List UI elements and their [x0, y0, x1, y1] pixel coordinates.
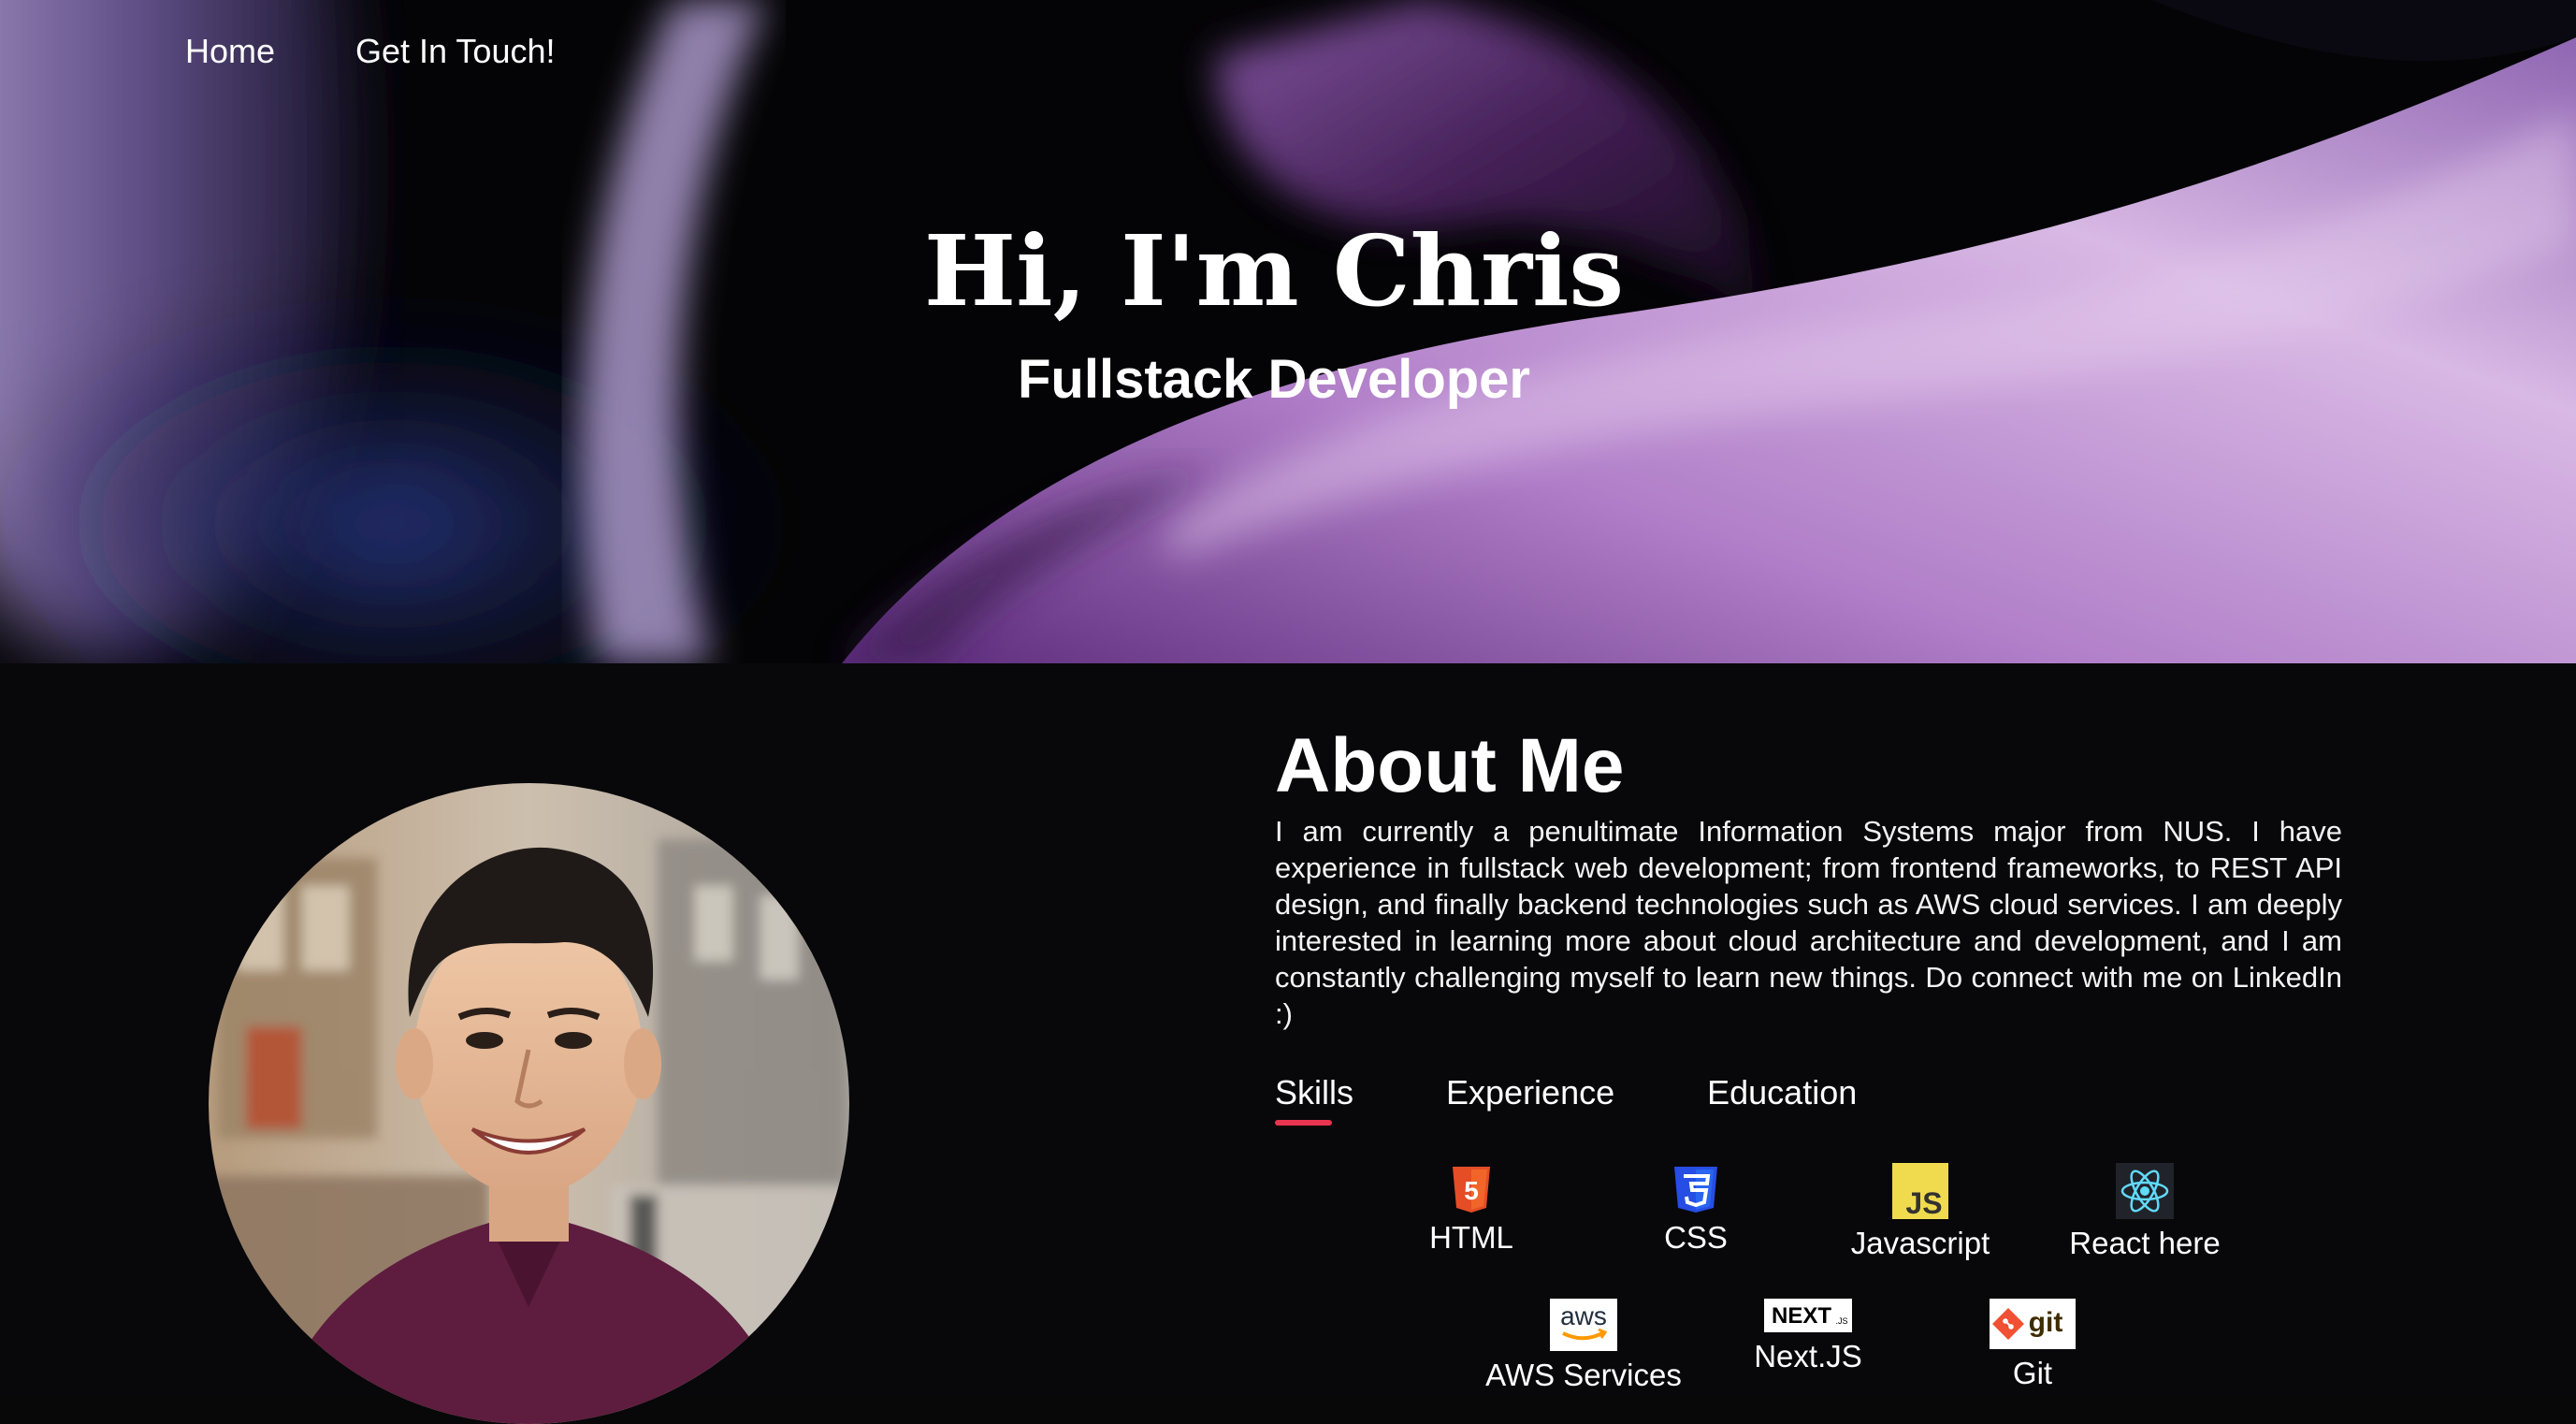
- skill-label: CSS: [1664, 1220, 1728, 1255]
- skill-nextjs: NEXT .JS Next.JS: [1705, 1299, 1911, 1375]
- skill-css: CSS: [1593, 1165, 1799, 1257]
- skill-label: React here: [2069, 1226, 2221, 1260]
- aws-icon-badge: aws: [1560, 1301, 1607, 1330]
- nextjs-icon-sub: .JS: [1835, 1316, 1847, 1326]
- skill-git: git Git: [1930, 1299, 2135, 1392]
- css3-icon: [1674, 1167, 1717, 1213]
- tab-education[interactable]: Education: [1707, 1071, 1857, 1126]
- about-tabs: Skills Experience Education: [1275, 1071, 2342, 1126]
- nav-home-link[interactable]: Home: [185, 28, 275, 75]
- javascript-icon: JS: [1892, 1163, 1948, 1219]
- react-icon: [2116, 1163, 2174, 1219]
- skill-label: HTML: [1429, 1220, 1513, 1255]
- nextjs-icon-badge: NEXT: [1772, 1303, 1831, 1329]
- git-icon-badge: git: [2029, 1307, 2063, 1338]
- hero-section: Home Get In Touch! Hi, I'm Chris Fullsta…: [0, 0, 2576, 663]
- nav-get-in-touch-link[interactable]: Get In Touch!: [355, 28, 555, 75]
- skill-html: 5 HTML: [1368, 1165, 1574, 1257]
- tab-experience[interactable]: Experience: [1446, 1071, 1614, 1126]
- about-description: I am currently a penultimate Information…: [1275, 815, 2342, 1030]
- skill-label: AWS Services: [1485, 1358, 1682, 1392]
- top-nav: Home Get In Touch!: [185, 28, 556, 75]
- git-icon: git: [1990, 1299, 2076, 1349]
- hero-title: Hi, I'm Chris: [923, 213, 1625, 328]
- tab-skills[interactable]: Skills: [1275, 1071, 1353, 1126]
- html5-icon: 5: [1453, 1167, 1490, 1213]
- skill-label: Next.JS: [1754, 1339, 1862, 1373]
- hero-background-image: [0, 0, 2576, 663]
- nextjs-icon: NEXT .JS: [1764, 1299, 1852, 1332]
- about-title: About Me: [1275, 723, 1625, 808]
- skill-label: Javascript: [1850, 1226, 1990, 1260]
- hero-subtitle: Fullstack Developer: [1018, 349, 1530, 410]
- about-content: About Me I am currently a penultimate In…: [1275, 719, 2342, 1126]
- html5-icon-badge: 5: [1464, 1176, 1479, 1205]
- javascript-icon-badge: JS: [1905, 1186, 1942, 1219]
- skill-react: React here: [2042, 1163, 2248, 1262]
- skill-label: Git: [2012, 1356, 2053, 1390]
- profile-photo: [209, 783, 849, 1424]
- aws-icon: aws: [1550, 1299, 1617, 1351]
- skill-aws: aws AWS Services: [1481, 1299, 1686, 1394]
- about-section: About Me I am currently a penultimate In…: [0, 663, 2576, 1424]
- skill-javascript: JS Javascript: [1817, 1163, 2023, 1262]
